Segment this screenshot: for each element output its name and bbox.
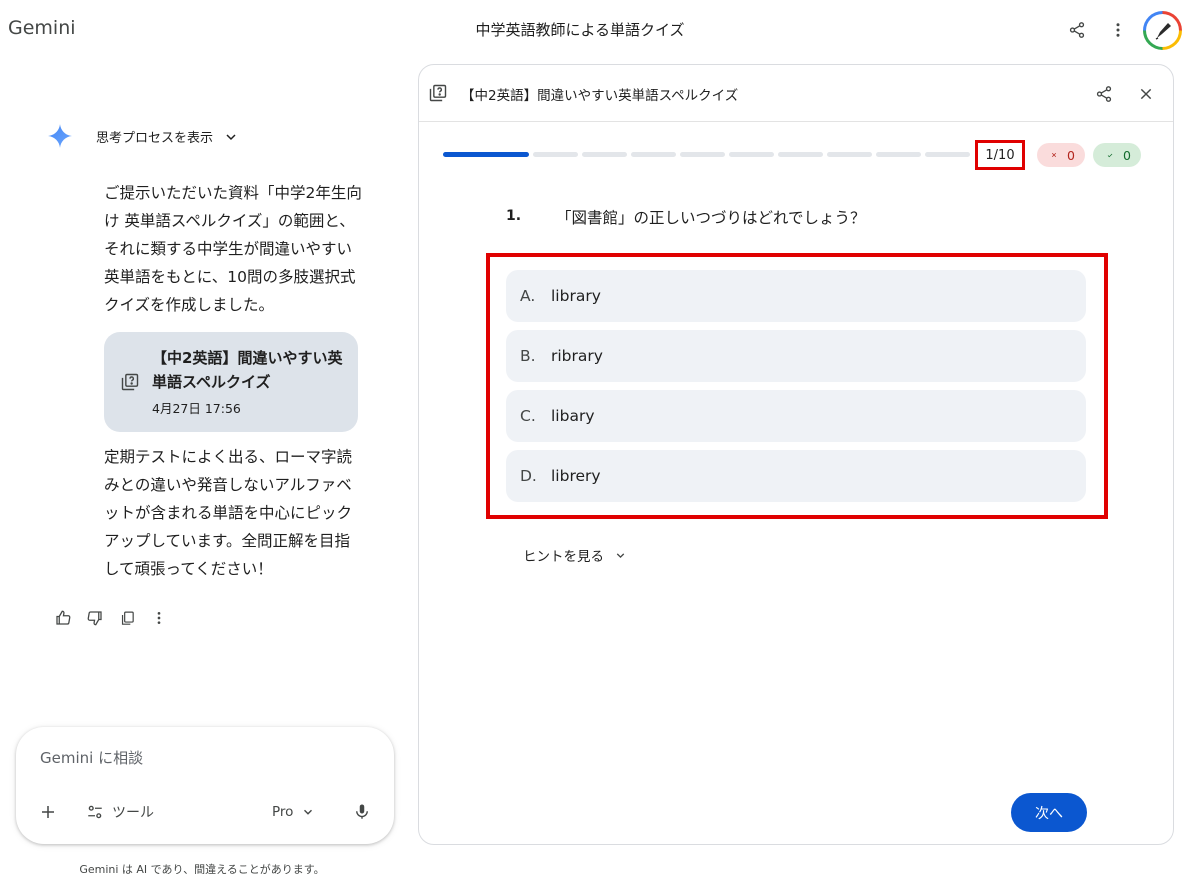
gemini-spark-icon [47, 123, 73, 149]
avatar-pen-icon [1155, 22, 1171, 40]
app-brand[interactable]: Gemini [8, 17, 76, 39]
quiz-panel-header: 【中2英語】間違いやすい英単語スペルクイズ [419, 65, 1173, 122]
option-a[interactable]: A. library [506, 270, 1086, 322]
thumbs-down-icon[interactable] [84, 607, 106, 629]
question-text: 「図書館」の正しいつづりはどれでしょう？ [556, 209, 866, 227]
user-avatar[interactable] [1143, 11, 1182, 50]
thinking-label: 思考プロセスを表示 [96, 131, 214, 146]
question-number: 1. [506, 208, 522, 224]
chevron-down-icon [616, 552, 625, 558]
correct-count: 0 [1123, 147, 1131, 163]
more-options-icon[interactable] [148, 607, 170, 629]
option-letter: C. [520, 407, 536, 425]
more-options-icon[interactable] [1106, 18, 1130, 42]
show-thinking-toggle[interactable]: 思考プロセスを表示 [96, 127, 239, 146]
progress-segment [778, 152, 823, 157]
share-icon[interactable] [1092, 82, 1116, 106]
option-text: ribrary [551, 347, 603, 365]
ai-disclaimer: Gemini は AI であり、間違えることがあります。 [79, 863, 325, 874]
conversation-title[interactable]: 中学英語教師による単語クイズ [420, 19, 740, 40]
quiz-icon [120, 372, 140, 392]
feedback-row [52, 607, 170, 629]
progress-segment [680, 152, 725, 157]
mic-icon[interactable] [350, 800, 374, 824]
option-d[interactable]: D. librery [506, 450, 1086, 502]
tools-label: ツール [112, 805, 154, 821]
next-button[interactable]: 次へ [1011, 793, 1087, 832]
chip-title: 【中2英語】間違いやすい英単語スペルクイズ [152, 349, 343, 391]
option-text: librery [551, 467, 601, 485]
assistant-message-intro: ご提示いただいた資料「中学2年生向け 英単語スペルクイズ」の範囲と、それに類する… [104, 184, 362, 314]
chevron-down-icon [226, 133, 236, 140]
check-icon [1107, 153, 1113, 157]
quiz-panel: 【中2英語】間違いやすい英単語スペルクイズ 1/10 0 0 1. 「図書館」の… [418, 64, 1174, 845]
option-b[interactable]: B. ribrary [506, 330, 1086, 382]
option-c[interactable]: C. libary [506, 390, 1086, 442]
quiz-panel-title: 【中2英語】間違いやすい英単語スペルクイズ [461, 88, 739, 104]
quiz-icon [428, 83, 448, 103]
wrong-count: 0 [1067, 147, 1075, 163]
plus-icon[interactable] [36, 800, 60, 824]
close-icon[interactable] [1134, 82, 1158, 106]
progress-segment [729, 152, 774, 157]
prompt-input[interactable] [40, 749, 360, 767]
option-letter: B. [520, 347, 536, 365]
assistant-message-outro: 定期テストによく出る、ローマ字読みとの違いや発音しないアルファベットが含まれる単… [104, 448, 353, 578]
model-selector[interactable]: Pro [272, 800, 315, 824]
chevron-down-icon [304, 809, 313, 815]
quiz-progress-bar [443, 152, 970, 157]
correct-count-badge: 0 [1093, 143, 1141, 167]
progress-segment [582, 152, 627, 157]
option-text: libary [551, 407, 595, 425]
progress-segment [631, 152, 676, 157]
option-letter: A. [520, 287, 536, 305]
thumbs-up-icon[interactable] [52, 607, 74, 629]
hint-label: ヒントを見る [523, 549, 604, 565]
progress-segment-complete [443, 152, 529, 157]
tools-button[interactable]: ツール [86, 800, 154, 824]
quiz-document-chip[interactable]: 【中2英語】間違いやすい英単語スペルクイズ 4月27日 17:56 [104, 332, 358, 432]
chip-date: 4月27日 17:56 [152, 401, 241, 416]
copy-icon[interactable] [116, 607, 138, 629]
prompt-composer: ツール Pro [16, 727, 394, 844]
model-label: Pro [272, 804, 294, 820]
option-text: library [551, 287, 601, 305]
progress-segment [925, 152, 970, 157]
question-counter: 1/10 [975, 140, 1025, 170]
wrong-count-badge: 0 [1037, 143, 1085, 167]
progress-segment [533, 152, 578, 157]
show-hint-button[interactable]: ヒントを見る [523, 545, 627, 565]
close-icon [1051, 152, 1057, 158]
progress-segment [876, 152, 921, 157]
option-letter: D. [520, 467, 537, 485]
tools-icon [88, 805, 102, 819]
share-icon[interactable] [1065, 18, 1089, 42]
progress-segment [827, 152, 872, 157]
